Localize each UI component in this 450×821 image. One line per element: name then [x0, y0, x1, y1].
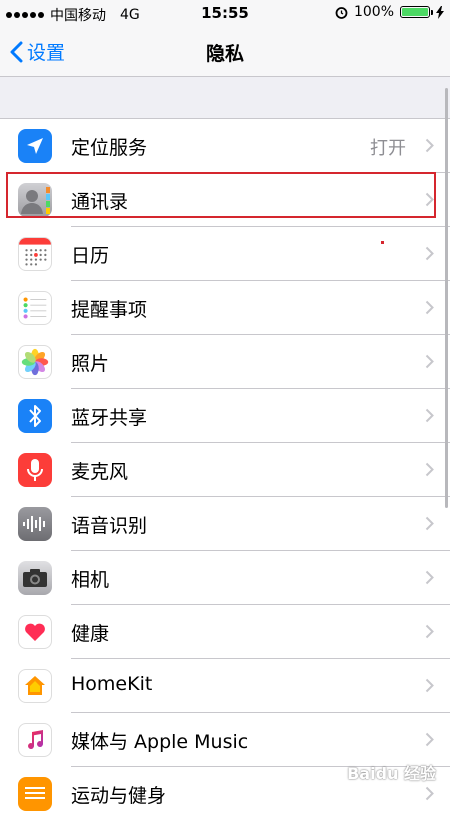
scrollbar[interactable]: [445, 88, 448, 508]
list-item-value: 打开: [370, 138, 406, 159]
list-item-microphone[interactable]: 麦克风: [0, 443, 450, 497]
camera-icon: [18, 561, 52, 595]
chevron-right-icon: [425, 624, 434, 639]
list-item-label: 定位服务: [71, 137, 148, 159]
list-item-calendar[interactable]: 日历: [0, 227, 450, 281]
chevron-right-icon: [425, 246, 434, 261]
navigation-bar: 设置 隐私: [0, 26, 450, 77]
list-item-label: 运动与健身: [71, 785, 167, 807]
chevron-right-icon: [425, 678, 434, 693]
alarm-clock-icon: [335, 6, 348, 19]
calendar-icon: [18, 237, 52, 271]
chevron-right-icon: [425, 300, 434, 315]
charging-bolt-icon: [436, 5, 444, 19]
list-item-bluetooth-sharing[interactable]: 蓝牙共享: [0, 389, 450, 443]
chevron-right-icon: [425, 462, 434, 477]
list-item-camera[interactable]: 相机: [0, 551, 450, 605]
chevron-right-icon: [425, 354, 434, 369]
list-item-health[interactable]: 健康: [0, 605, 450, 659]
chevron-right-icon: [425, 570, 434, 585]
battery-icon: [400, 6, 433, 18]
list-item-label: 麦克风: [71, 461, 129, 483]
list-item-label: 日历: [71, 245, 110, 267]
list-item-label: 健康: [71, 623, 110, 645]
homekit-icon: [18, 669, 52, 703]
list-item-media-apple-music[interactable]: 媒体与 Apple Music: [0, 713, 450, 767]
microphone-icon: [18, 453, 52, 487]
chevron-right-icon: [425, 732, 434, 747]
annotation-dot: [381, 241, 384, 244]
list-item-location-services[interactable]: 定位服务 打开: [0, 119, 450, 173]
list-item-label: 蓝牙共享: [71, 407, 148, 429]
list-item-photos[interactable]: 照片: [0, 335, 450, 389]
motion-fitness-icon: [18, 777, 52, 811]
reminders-icon: [18, 291, 52, 325]
list-item-label: 语音识别: [71, 515, 148, 537]
chevron-right-icon: [425, 786, 434, 801]
list-item-label: 照片: [71, 353, 110, 375]
privacy-list: 定位服务 打开 通讯录 日历 提醒事项 照片 蓝牙共享 麦克风 语音识别 相机 …: [0, 118, 450, 821]
speech-recognition-icon: [18, 507, 52, 541]
page-title: 隐私: [205, 43, 244, 65]
photos-icon: [18, 345, 52, 379]
list-item-label: 提醒事项: [71, 299, 148, 321]
location-arrow-icon: [18, 129, 52, 163]
list-item-label: 媒体与 Apple Music: [71, 731, 249, 753]
list-item-label: 相机: [71, 569, 110, 591]
list-item-reminders[interactable]: 提醒事项: [0, 281, 450, 335]
list-item-label: 通讯录: [71, 191, 129, 213]
chevron-right-icon: [425, 138, 434, 153]
status-bar: 中国移动 4G 15:55 100%: [0, 0, 450, 26]
health-heart-icon: [18, 615, 52, 649]
list-item-homekit[interactable]: HomeKit: [0, 659, 450, 713]
chevron-right-icon: [425, 192, 434, 207]
battery-percent: 100%: [353, 4, 394, 20]
chevron-right-icon: [425, 516, 434, 531]
status-right: 100%: [335, 4, 444, 20]
bluetooth-icon: [18, 399, 52, 433]
contacts-icon: [18, 183, 52, 217]
music-icon: [18, 723, 52, 757]
list-item-speech-recognition[interactable]: 语音识别: [0, 497, 450, 551]
list-item-label: HomeKit: [71, 673, 153, 695]
watermark: Baidu 经验: [347, 764, 436, 783]
list-item-contacts[interactable]: 通讯录: [0, 173, 450, 227]
chevron-right-icon: [425, 408, 434, 423]
